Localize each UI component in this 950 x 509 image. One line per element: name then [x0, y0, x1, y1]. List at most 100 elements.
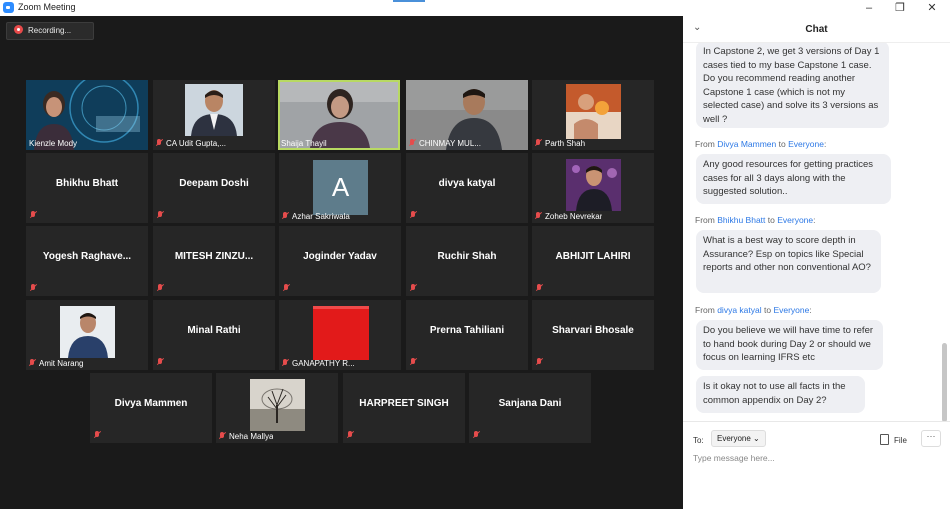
to-word: to [765, 215, 778, 225]
recipient-value: Everyone [717, 434, 751, 443]
to-label: To: [693, 436, 704, 445]
participant-name: Bhikhu Bhatt [55, 178, 119, 189]
colon: : [813, 215, 816, 225]
file-label: File [894, 436, 907, 445]
participant-name: Prerna Tahiliani [429, 325, 505, 336]
participant-video [185, 84, 243, 136]
mic-muted-icon [535, 139, 541, 147]
participant-tile[interactable]: Kienzle Mody [26, 80, 148, 150]
close-button[interactable]: ✕ [917, 0, 947, 16]
participant-label: CHINMAY MUL... [409, 139, 481, 148]
chat-recipient[interactable]: Everyone [788, 139, 824, 149]
chat-message: Do you believe we will have time to refe… [696, 320, 883, 370]
more-options-button[interactable]: ··· [921, 430, 941, 447]
participant-name: Amit Narang [39, 359, 84, 368]
participant-tile[interactable]: Sanjana Dani [469, 373, 591, 443]
participant-name: Azhar Sakriwala [292, 212, 350, 221]
chat-recipient[interactable]: Everyone [773, 305, 809, 315]
restore-button[interactable]: ❐ [885, 0, 915, 16]
participant-tile[interactable]: Parth Shah [532, 80, 654, 150]
to-word: to [776, 139, 789, 149]
participant-name: Divya Mammen [114, 398, 188, 409]
mic-muted-icon [347, 431, 353, 439]
chat-sender[interactable]: Divya Mammen [717, 139, 776, 149]
participant-tile[interactable]: Divya Mammen [90, 373, 212, 443]
participant-name: Sharvari Bhosale [552, 325, 634, 336]
participant-label: GANAPATHY R... [282, 359, 355, 368]
participant-video [250, 379, 305, 431]
participant-video [566, 159, 621, 211]
chat-scrollbar[interactable] [942, 343, 947, 422]
recording-indicator[interactable]: Recording... [6, 22, 94, 40]
mic-muted-icon [536, 284, 542, 292]
mic-muted-icon [282, 212, 288, 220]
participant-video [566, 84, 621, 139]
participant-name: Minal Rathi [187, 325, 241, 336]
title-bar: Zoom Meeting – ❐ ✕ [0, 0, 950, 17]
mic-muted-icon [536, 358, 542, 366]
title-progress-indicator [393, 0, 425, 2]
mic-muted-icon [30, 211, 36, 219]
participant-name: Parth Shah [545, 139, 586, 148]
participant-tile[interactable]: Neha Mallya [216, 373, 338, 443]
chat-message: Is it okay not to use all facts in the c… [696, 376, 865, 413]
mic-muted-icon [473, 431, 479, 439]
to-word: to [761, 305, 774, 315]
participant-label: CA Udit Gupta,... [156, 139, 226, 148]
participant-tile[interactable]: HARPREET SINGH [343, 373, 465, 443]
chat-title: Chat [805, 24, 828, 35]
participant-name: Sanjana Dani [498, 398, 562, 409]
message-input[interactable]: Type message here... [693, 453, 775, 463]
participant-tile-active-speaker[interactable]: Shaija Thayil [278, 80, 400, 150]
from-prefix: From [695, 139, 718, 149]
mic-muted-icon [156, 139, 162, 147]
chat-message: Any good resources for getting practices… [696, 154, 891, 204]
chat-sender[interactable]: Bhikhu Bhatt [717, 215, 765, 225]
participant-tile[interactable]: Sharvari Bhosale [532, 300, 654, 370]
mic-muted-icon [157, 284, 163, 292]
chat-recipient[interactable]: Everyone [777, 215, 813, 225]
participant-tile[interactable]: ABHIJIT LAHIRI [532, 226, 654, 296]
file-button[interactable]: File [880, 434, 907, 445]
participant-name: Yogesh Raghave... [42, 251, 132, 262]
gallery-view: Recording... Kienzle Mody CA Udit Gupta,… [0, 16, 683, 508]
file-icon [880, 434, 889, 445]
mic-muted-icon [410, 284, 416, 292]
participant-tile[interactable]: Bhikhu Bhatt [26, 153, 148, 223]
participant-tile[interactable]: A Azhar Sakriwala [279, 153, 401, 223]
mic-muted-icon [410, 358, 416, 366]
mic-muted-icon [157, 211, 163, 219]
participant-name: ABHIJIT LAHIRI [555, 251, 631, 262]
participant-name: divya katyal [438, 178, 496, 189]
participant-tile[interactable]: Ruchir Shah [406, 226, 528, 296]
participant-tile[interactable]: Amit Narang [26, 300, 148, 370]
participant-tile[interactable]: Zoheb Nevrekar [532, 153, 654, 223]
recording-icon [14, 25, 23, 34]
participant-tile[interactable]: GANAPATHY R... [279, 300, 401, 370]
mic-muted-icon [409, 139, 415, 147]
chat-message-header: From Divya Mammen to Everyone: [695, 139, 826, 149]
mic-muted-icon [94, 431, 100, 439]
participant-name: CA Udit Gupta,... [166, 139, 227, 148]
participant-tile[interactable]: Yogesh Raghave... [26, 226, 148, 296]
participant-tile[interactable]: CHINMAY MUL... [406, 80, 528, 150]
participant-tile[interactable]: Deepam Doshi [153, 153, 275, 223]
chat-messages[interactable]: In Capstone 2, we get 3 versions of Day … [683, 43, 950, 420]
participant-name: Joginder Yadav [303, 251, 377, 262]
chat-sender[interactable]: divya katyal [717, 305, 761, 315]
participant-tile[interactable]: MITESH ZINZU... [153, 226, 275, 296]
minimize-button[interactable]: – [854, 0, 884, 16]
participant-tile[interactable]: Minal Rathi [153, 300, 275, 370]
participant-tile[interactable]: Prerna Tahiliani [406, 300, 528, 370]
participant-tile[interactable]: divya katyal [406, 153, 528, 223]
participant-label: Neha Mallya [219, 432, 273, 441]
participant-tile[interactable]: Joginder Yadav [279, 226, 401, 296]
chat-message: In Capstone 2, we get 3 versions of Day … [696, 43, 889, 128]
mic-muted-icon [283, 284, 289, 292]
recipient-dropdown[interactable]: Everyone ⌄ [711, 430, 766, 447]
zoom-logo-icon [3, 2, 14, 13]
participant-label: Amit Narang [29, 359, 83, 368]
participant-name: Ruchir Shah [437, 251, 497, 262]
participant-label: Parth Shah [535, 139, 585, 148]
participant-tile[interactable]: CA Udit Gupta,... [153, 80, 275, 150]
